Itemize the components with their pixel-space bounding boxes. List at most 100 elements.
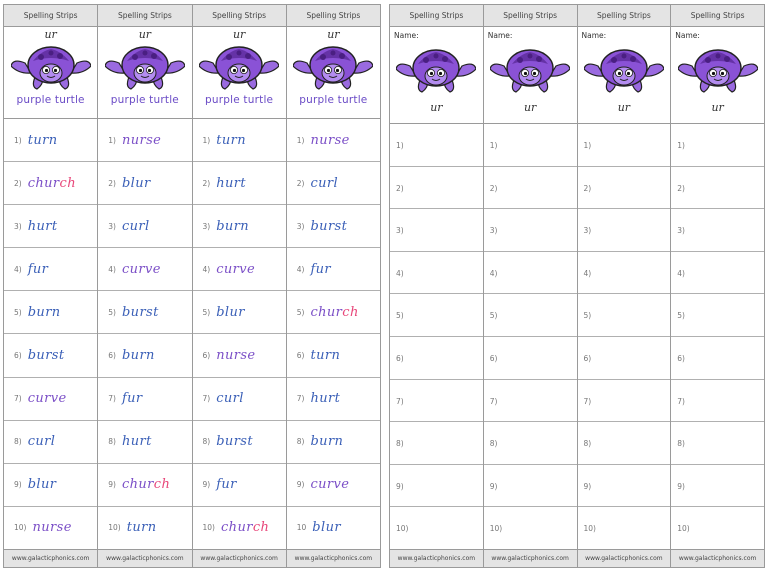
word-part: burst [27,348,65,364]
word-part: blur [216,304,245,320]
word-row: 6) nurse [192,334,286,378]
blank-word-row: 10) [671,507,764,549]
strip-picture-cell: ur purple turtle [192,27,286,119]
strip-picture-cell: ur purple turtle [98,27,192,119]
row-number: 3) [202,221,211,231]
name-field-label: Name: [394,31,419,40]
strip-footer: www.galacticphonics.com [483,549,577,567]
spelling-word: burn [310,434,343,449]
spelling-word: church [122,477,170,492]
blank-word-row: 7) [577,380,671,423]
word-row: 1) turn [4,119,98,163]
word-highlight: ch [342,304,359,320]
row-number: 2) [583,183,592,193]
row-number: 6) [677,353,685,363]
row-number: 5) [583,311,592,321]
spelling-strip: Spelling Strips ur purple turtle 1) nurse 2)… [286,5,380,567]
word-part: curl [27,434,56,450]
row-number: 1) [396,141,404,150]
word-row: 3) burn [192,205,286,249]
strip-footer: www.galacticphonics.com [577,549,671,567]
word-row: 4) fur [286,248,380,292]
spelling-word: hurt [216,176,246,191]
row-number: 1) [108,135,116,145]
word-row: 2) curl [286,162,380,206]
blank-word-row: 4) [577,252,671,295]
spelling-word: curl [28,434,56,449]
blank-word-row: 4) [671,252,764,295]
spelling-word: curl [122,219,150,234]
row-number: 10) [583,524,596,534]
word-highlight: ch [59,175,77,191]
word-row: 3) curl [98,205,192,249]
row-number: 5) [677,311,685,321]
word-row: 5) blur [192,291,286,335]
row-number: 9) [489,481,498,491]
strip-header: Spelling Strips [577,5,671,27]
row-number: 10) [396,524,409,534]
row-number: 8) [14,437,22,447]
word-row: 3) hurt [4,205,98,249]
word-row: 10 blur [287,507,380,549]
spelling-word: fur [310,262,331,277]
strip-header: Spelling Strips [98,5,192,27]
word-row: 7) curve [4,378,98,421]
blank-word-row: 6) [390,337,483,380]
word-part: burn [310,434,344,450]
spelling-word: burst [216,434,253,449]
row-number: 4) [296,264,305,274]
row-number: 9) [396,481,404,491]
row-number: 9) [14,480,22,490]
row-number: 8) [296,437,305,447]
blank-word-row: 10) [578,507,671,549]
word-part: curl [121,218,150,234]
word-part: turn [310,348,341,364]
word-part: fur [310,261,332,277]
spelling-word: curl [310,176,338,191]
word-part: nurse [32,520,72,536]
row-number: 8) [489,439,498,449]
word-row: 7) hurt [286,378,380,421]
spelling-word: burst [28,348,65,363]
word-part: burn [27,304,61,320]
word-highlight: ch [252,520,270,536]
word-row: 2) hurt [192,162,286,206]
blank-word-row: 1) [577,124,671,167]
strip-header: Spelling Strips [286,5,380,27]
row-number: 1) [677,141,685,150]
word-row: 1) turn [192,119,286,163]
spelling-word: curve [122,262,161,277]
row-number: 6) [108,351,116,361]
blank-word-row: 3) [390,209,483,252]
row-number: 7) [489,396,498,406]
blank-word-row: 8) [577,422,671,465]
row-number: 10) [677,524,690,534]
word-part: burn [121,348,155,364]
strip-header: Spelling Strips [671,5,764,27]
word-part: fur [27,261,49,277]
row-number: 4) [489,268,498,278]
spelling-word: hurt [310,391,340,406]
row-number: 9) [202,480,211,490]
word-list: 1) turn 2) hurt 3) burn 4) curve 5) blur 6) nurse 7)… [192,119,286,549]
word-part: chur [310,304,343,320]
spelling-word: turn [216,133,246,148]
spelling-word: burn [122,348,155,363]
spelling-word: turn [127,520,157,535]
row-number: 10) [489,524,503,534]
row-number: 1) [202,135,211,145]
spelling-word: blur [28,477,57,492]
sound-label: ur [430,101,443,114]
word-row: 1) nurse [98,119,192,163]
strip-header: Spelling Strips [4,5,98,27]
row-number: 3) [489,226,498,236]
spelling-word: turn [28,133,58,148]
spelling-word: turn [310,348,340,363]
word-part: burst [216,434,254,450]
blank-word-row: 7) [390,380,483,423]
word-row: 10) turn [98,507,191,549]
spelling-word: burn [28,305,61,320]
word-row: 2) blur [98,162,192,206]
blank-word-row: 9) [483,465,577,508]
spelling-word: fur [28,262,49,277]
